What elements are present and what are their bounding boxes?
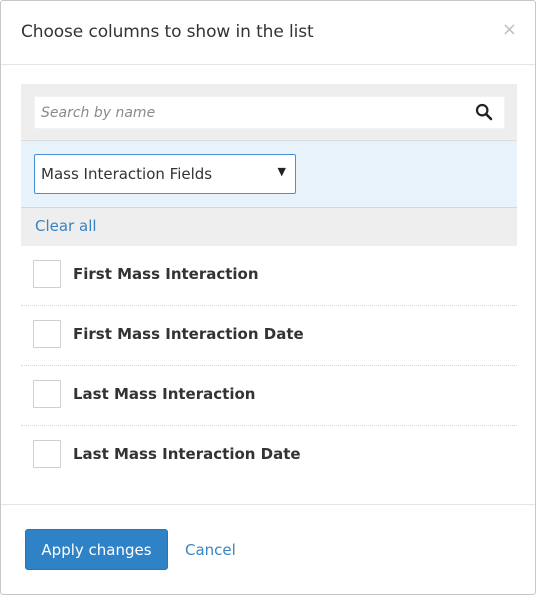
- column-list: First Mass Interaction First Mass Intera…: [21, 246, 517, 486]
- field-group-selected-value: Mass Interaction Fields: [41, 165, 213, 183]
- column-checkbox[interactable]: [33, 260, 61, 288]
- close-icon[interactable]: ×: [502, 21, 517, 39]
- clear-all-link[interactable]: Clear all: [35, 217, 97, 235]
- dialog-body: Mass Interaction Fields ▼ Clear all Firs…: [21, 84, 517, 486]
- column-label: First Mass Interaction: [73, 265, 259, 283]
- dialog-footer: Apply changes Cancel: [1, 504, 535, 594]
- column-label: Last Mass Interaction: [73, 385, 256, 403]
- list-item[interactable]: Last Mass Interaction Date: [21, 426, 517, 486]
- choose-columns-dialog: Choose columns to show in the list × Mas…: [0, 0, 536, 595]
- list-item[interactable]: First Mass Interaction: [21, 246, 517, 306]
- column-checkbox[interactable]: [33, 380, 61, 408]
- column-checkbox[interactable]: [33, 440, 61, 468]
- list-item[interactable]: Last Mass Interaction: [21, 366, 517, 426]
- clear-all-bar: Clear all: [21, 208, 517, 246]
- dialog-header: Choose columns to show in the list ×: [1, 1, 535, 65]
- column-label: Last Mass Interaction Date: [73, 445, 301, 463]
- cancel-link[interactable]: Cancel: [185, 541, 236, 559]
- chevron-down-icon: ▼: [277, 165, 286, 178]
- column-checkbox[interactable]: [33, 320, 61, 348]
- dialog-title: Choose columns to show in the list: [21, 22, 314, 42]
- apply-changes-button[interactable]: Apply changes: [25, 529, 168, 570]
- column-label: First Mass Interaction Date: [73, 325, 304, 343]
- list-item[interactable]: First Mass Interaction Date: [21, 306, 517, 366]
- search-bar: [21, 84, 517, 141]
- search-box: [34, 96, 505, 129]
- search-icon[interactable]: [475, 103, 493, 121]
- field-group-filter: Mass Interaction Fields ▼: [21, 141, 517, 208]
- field-group-select[interactable]: Mass Interaction Fields ▼: [34, 154, 296, 194]
- search-input[interactable]: [35, 97, 475, 128]
